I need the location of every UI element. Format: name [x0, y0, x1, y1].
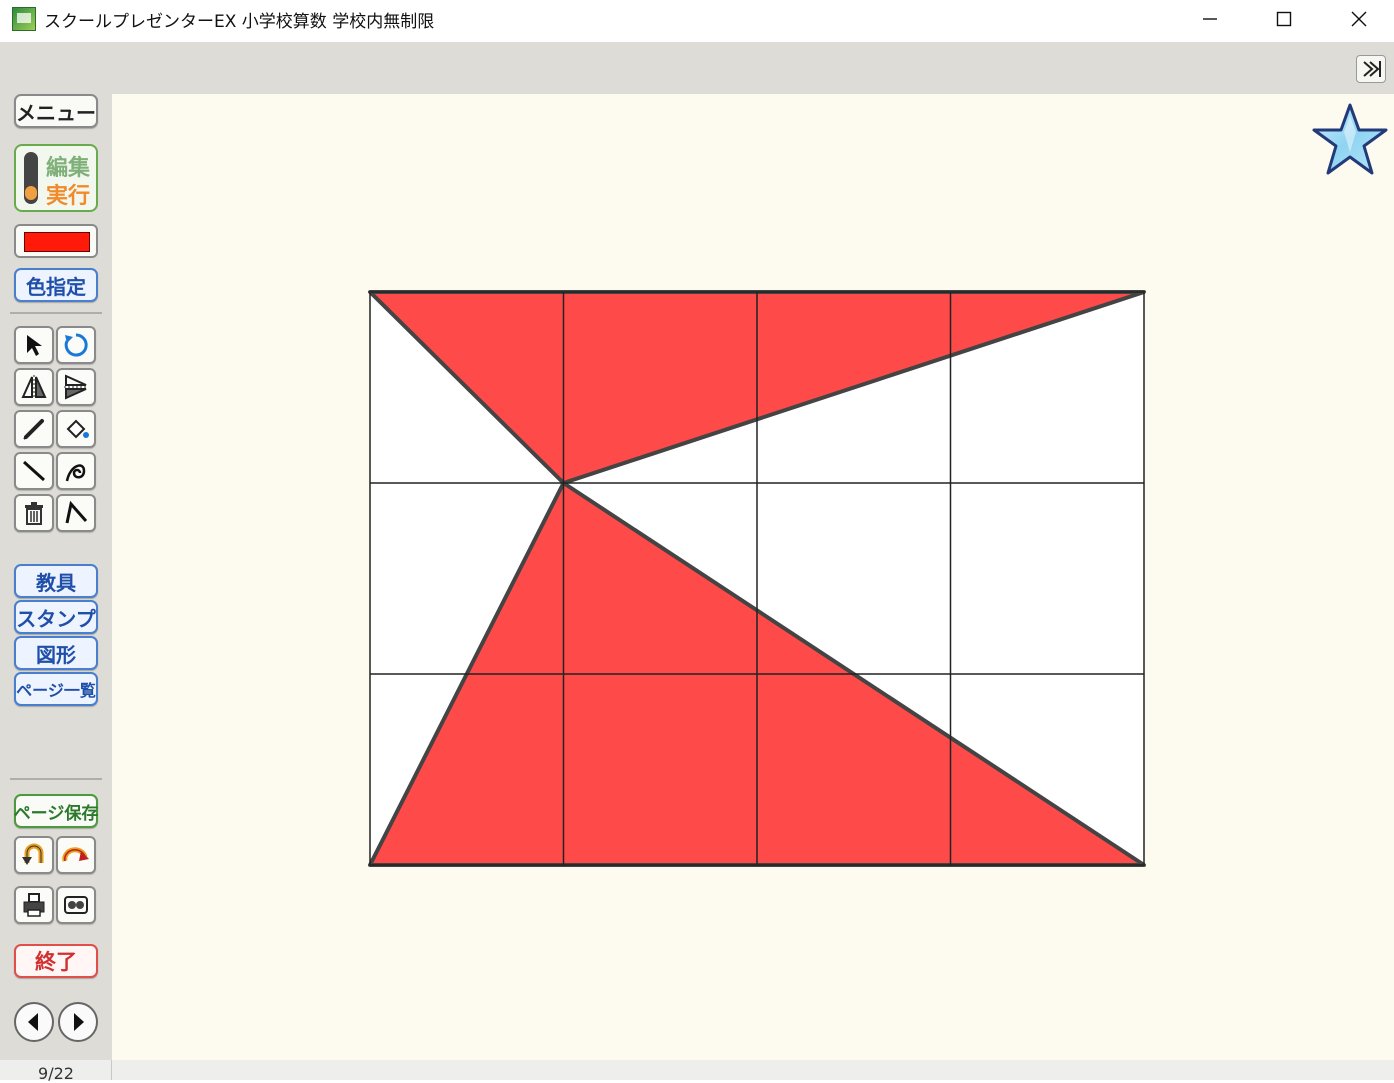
menu-button[interactable]: メニュー	[14, 94, 98, 128]
line-tool-button[interactable]	[14, 452, 54, 490]
camera-icon	[64, 896, 88, 914]
sidebar-divider	[10, 312, 102, 314]
maximize-button[interactable]	[1249, 0, 1319, 38]
redo-button[interactable]	[56, 836, 96, 874]
rotate-icon	[64, 333, 88, 357]
title-bar: スクールプレゼンターEX 小学校算数 学校内無制限	[0, 0, 1394, 42]
fill-tool-button[interactable]	[56, 410, 96, 448]
sidebar-divider	[10, 778, 102, 780]
delete-tool-button[interactable]	[14, 494, 54, 532]
undo-button[interactable]	[14, 836, 54, 874]
pen-icon	[23, 419, 44, 440]
flip-horizontal-button[interactable]	[14, 368, 54, 406]
minimize-icon	[1203, 18, 1217, 20]
maximize-icon	[1276, 11, 1292, 27]
freehand-curve-icon	[65, 464, 86, 482]
mode-run-label: 実行	[46, 184, 91, 209]
close-button[interactable]	[1324, 0, 1394, 38]
minimize-button[interactable]	[1175, 0, 1245, 38]
flip-vertical-button[interactable]	[56, 368, 96, 406]
page-indicator: 9/22	[38, 1064, 74, 1083]
printer-icon	[23, 893, 45, 917]
app-logo-icon	[12, 7, 36, 31]
color-select-button[interactable]: 色指定	[14, 268, 98, 302]
select-arrow-icon	[27, 335, 42, 356]
stamp-button[interactable]: スタンプ	[14, 600, 98, 634]
next-page-button[interactable]	[58, 1002, 98, 1042]
pen-tool-button[interactable]	[14, 410, 54, 448]
polyline-tool-button[interactable]	[56, 494, 96, 532]
close-icon	[1351, 11, 1367, 27]
print-button[interactable]	[14, 886, 54, 924]
grid-figure[interactable]	[368, 290, 1148, 872]
shapes-button[interactable]: 図形	[14, 636, 98, 670]
page-list-button[interactable]: ページ一覧	[14, 672, 98, 706]
previous-page-button[interactable]	[14, 1002, 54, 1042]
current-color-swatch	[24, 232, 90, 252]
flip-vertical-icon	[64, 374, 88, 400]
camera-button[interactable]	[56, 886, 96, 924]
quit-button[interactable]: 終了	[14, 944, 98, 978]
toggle-knob	[25, 186, 37, 200]
triangle-left-icon	[28, 1013, 38, 1031]
window-title: スクールプレゼンターEX 小学校算数 学校内無制限	[44, 12, 435, 32]
curve-tool-button[interactable]	[56, 452, 96, 490]
double-chevron-right-icon	[1363, 61, 1381, 77]
star-icon[interactable]	[1310, 102, 1390, 178]
flip-horizontal-icon	[21, 375, 47, 399]
redo-icon	[62, 847, 89, 862]
top-toolbar	[0, 42, 1394, 94]
undo-icon	[22, 843, 44, 865]
trash-icon	[25, 502, 43, 525]
rotate-tool-button[interactable]	[56, 326, 96, 364]
expand-panel-button[interactable]	[1356, 55, 1386, 83]
triangle-right-icon	[74, 1013, 84, 1031]
fill-bucket-icon	[66, 419, 89, 439]
status-bar	[0, 1060, 1394, 1080]
select-tool-button[interactable]	[14, 326, 54, 364]
polyline-icon	[65, 500, 88, 524]
current-color-button[interactable]	[14, 224, 98, 258]
mode-toggle-switch[interactable]: 編集 実行	[14, 144, 98, 212]
line-icon	[22, 460, 46, 482]
teaching-tools-button[interactable]: 教具	[14, 564, 98, 598]
save-page-button[interactable]: ページ保存	[14, 794, 98, 828]
